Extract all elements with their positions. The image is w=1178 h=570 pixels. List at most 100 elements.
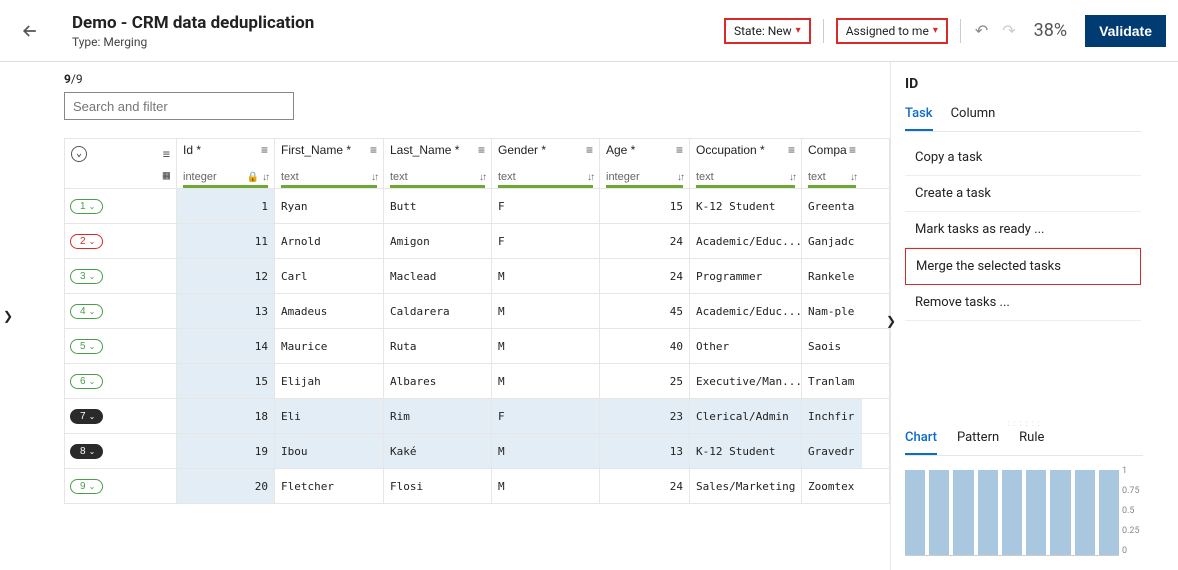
column-menu-icon[interactable]: ≡ — [849, 143, 856, 157]
action-item[interactable]: Copy a task — [905, 140, 1141, 176]
y-tick: 0.75 — [1122, 486, 1143, 496]
chevron-down-icon: ⌄ — [89, 272, 96, 281]
sort-icon[interactable]: ↓↑ — [479, 172, 485, 183]
cell-id: 14 — [177, 329, 275, 363]
row-badge[interactable]: 1 ⌄ — [70, 199, 103, 214]
action-item[interactable]: Remove tasks ... — [905, 285, 1141, 321]
action-item[interactable]: Merge the selected tasks — [905, 248, 1141, 285]
table-row[interactable]: 8 ⌄ 19 Ibou Kaké M 13 K-12 Student Grave… — [65, 434, 889, 469]
cell-last-name: Maclead — [384, 259, 492, 293]
redo-button[interactable]: ↷ — [1000, 21, 1017, 40]
column-menu-icon[interactable]: ≡ — [261, 143, 268, 157]
distribution-chart: 10.750.50.250 — [905, 466, 1143, 556]
row-badge[interactable]: 8 ⌄ — [70, 444, 103, 459]
cell-occupation: Clerical/Admin — [690, 399, 802, 433]
cell-id: 1 — [177, 189, 275, 223]
y-tick: 0.25 — [1122, 526, 1143, 536]
table-icon[interactable]: ▦ — [163, 168, 170, 182]
table-row[interactable]: 2 ⌄ 11 Arnold Amigon F 24 Academic/Educ.… — [65, 224, 889, 259]
chart-bar — [1075, 470, 1095, 555]
cell-last-name: Butt — [384, 189, 492, 223]
action-list: Copy a taskCreate a taskMark tasks as re… — [905, 140, 1141, 321]
expand-all-icon[interactable]: ⌄ — [71, 146, 87, 162]
column-header[interactable]: Age *≡ integer↓↑ — [600, 139, 690, 188]
column-header[interactable]: Last_Name *≡ text↓↑ — [384, 139, 492, 188]
column-name: Age * — [606, 143, 635, 157]
row-badge[interactable]: 3 ⌄ — [70, 269, 103, 284]
chart-bar — [953, 470, 973, 555]
back-button[interactable] — [18, 19, 42, 43]
sort-icon[interactable]: ↓↑ — [262, 172, 268, 183]
table-row[interactable]: 3 ⌄ 12 Carl Maclead M 24 Programmer Rank… — [65, 259, 889, 294]
state-filter[interactable]: State: New ▾ — [724, 18, 811, 44]
sort-icon[interactable]: ↓↑ — [587, 172, 593, 183]
left-expand-handle[interactable]: ❯ — [0, 62, 16, 570]
cell-gender: M — [492, 434, 600, 468]
undo-button[interactable]: ↶ — [973, 21, 990, 40]
state-filter-label: State: New — [734, 24, 792, 38]
table-row[interactable]: 6 ⌄ 15 Elijah Albares M 25 Executive/Man… — [65, 364, 889, 399]
cell-occupation: K-12 Student — [690, 189, 802, 223]
row-badge[interactable]: 4 ⌄ — [70, 304, 103, 319]
cell-gender: F — [492, 399, 600, 433]
cell-first-name: Maurice — [275, 329, 384, 363]
drag-handle-icon[interactable]: : : : : : : — [905, 419, 1143, 428]
cell-company: Tranlam — [802, 364, 862, 398]
row-badge[interactable]: 9 ⌄ — [70, 479, 103, 494]
column-type: text — [696, 171, 714, 183]
row-badge[interactable]: 2 ⌄ — [70, 234, 103, 249]
row-badge[interactable]: 6 ⌄ — [70, 374, 103, 389]
chevron-down-icon: ⌄ — [89, 412, 96, 421]
cell-company: Rankele — [802, 259, 862, 293]
cell-age: 25 — [600, 364, 690, 398]
column-header[interactable]: Gender *≡ text↓↑ — [492, 139, 600, 188]
search-input[interactable] — [64, 92, 294, 120]
column-menu-icon[interactable]: ≡ — [788, 143, 795, 157]
table-row[interactable]: 5 ⌄ 14 Maurice Ruta M 40 Other Saois — [65, 329, 889, 364]
tab-rule[interactable]: Rule — [1019, 430, 1044, 455]
action-item[interactable]: Create a task — [905, 176, 1141, 212]
column-type: integer — [183, 171, 217, 183]
row-badge[interactable]: 5 ⌄ — [70, 339, 103, 354]
sort-icon[interactable]: ↓↑ — [677, 172, 683, 183]
cell-occupation: Academic/Educ... — [690, 224, 802, 258]
table-row[interactable]: 4 ⌄ 13 Amadeus Caldarera M 45 Academic/E… — [65, 294, 889, 329]
tab-column[interactable]: Column — [951, 106, 996, 131]
column-menu-icon[interactable]: ≡ — [478, 143, 485, 157]
column-header[interactable]: Occupation *≡ text↓↑ — [690, 139, 802, 188]
row-badge[interactable]: 7 ⌄ — [70, 409, 103, 424]
grid-header: ⌄ ≡ ▦ Id *≡ integer🔒 ↓↑First_Name *≡ tex… — [65, 139, 889, 189]
chevron-down-icon: ⌄ — [89, 307, 96, 316]
sort-icon[interactable]: ↓↑ — [850, 172, 856, 183]
table-row[interactable]: 9 ⌄ 20 Fletcher Flosi M 24 Sales/Marketi… — [65, 469, 889, 504]
column-header[interactable]: Compa≡ text↓↑ — [802, 139, 862, 188]
column-type: text — [498, 171, 516, 183]
tab-pattern[interactable]: Pattern — [957, 430, 999, 455]
column-menu-icon[interactable]: ≡ — [586, 143, 593, 157]
column-header[interactable]: First_Name *≡ text↓↑ — [275, 139, 384, 188]
right-collapse-handle[interactable]: ❯ — [886, 314, 896, 328]
action-item[interactable]: Mark tasks as ready ... — [905, 212, 1141, 248]
row-menu-icon[interactable]: ≡ — [163, 147, 170, 161]
column-menu-icon[interactable]: ≡ — [676, 143, 683, 157]
column-header[interactable]: Id *≡ integer🔒 ↓↑ — [177, 139, 275, 188]
column-name: Last_Name * — [390, 143, 459, 157]
validate-button[interactable]: Validate — [1085, 15, 1166, 47]
cell-age: 40 — [600, 329, 690, 363]
cell-gender: M — [492, 469, 600, 503]
cell-id: 12 — [177, 259, 275, 293]
assigned-filter-label: Assigned to me — [846, 24, 929, 38]
cell-first-name: Eli — [275, 399, 384, 433]
page-subtitle: Type: Merging — [72, 35, 724, 49]
sort-icon[interactable]: ↓↑ — [789, 172, 795, 183]
sort-icon[interactable]: ↓↑ — [371, 172, 377, 183]
panel-title: ID — [905, 76, 1154, 92]
tab-chart[interactable]: Chart — [905, 430, 937, 455]
table-row[interactable]: 7 ⌄ 18 Eli Rim F 23 Clerical/Admin Inchf… — [65, 399, 889, 434]
assigned-filter[interactable]: Assigned to me ▾ — [836, 18, 948, 44]
table-row[interactable]: 1 ⌄ 1 Ryan Butt F 15 K-12 Student Greent… — [65, 189, 889, 224]
tab-task[interactable]: Task — [905, 106, 933, 131]
cell-gender: M — [492, 259, 600, 293]
cell-occupation: K-12 Student — [690, 434, 802, 468]
column-menu-icon[interactable]: ≡ — [370, 143, 377, 157]
